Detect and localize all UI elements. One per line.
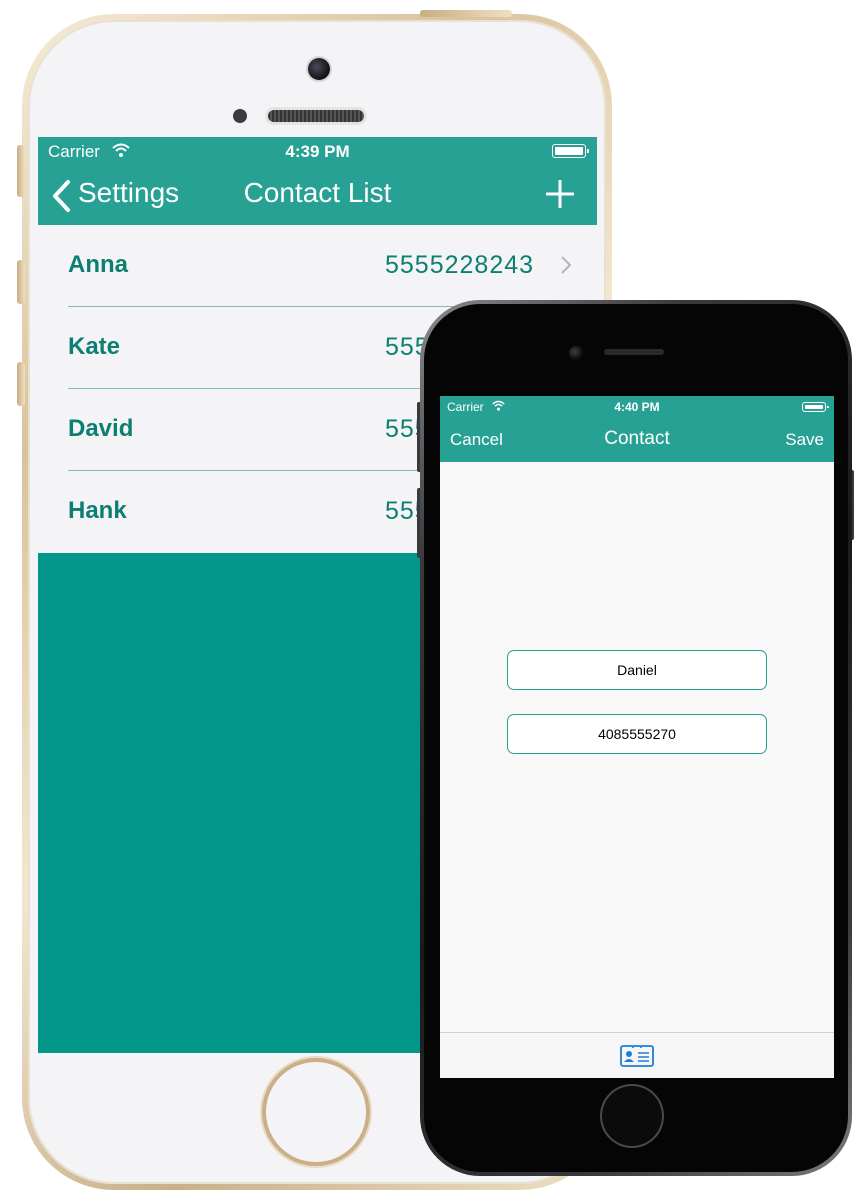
earpiece-speaker [604,349,664,355]
status-time: 4:39 PM [285,142,350,161]
contact-phone: 5555228243 [385,251,535,279]
page-title: Contact [604,428,670,449]
phone-field[interactable]: 4085555270 [507,714,767,754]
contact-name: Anna [68,251,128,278]
front-camera-icon [569,346,583,360]
plus-icon[interactable] [546,180,574,208]
contact-list-navbar: Carrier 4:39 PM Settings Contact List [38,137,597,225]
home-button[interactable] [602,1086,662,1146]
page-title: Contact List [243,177,392,208]
name-field[interactable]: Daniel [507,650,767,690]
front-camera-icon [308,58,330,80]
contact-card-icon[interactable] [620,1044,654,1068]
sleep-button [420,10,512,17]
contact-edit-screen: Carrier 4:40 PM Cancel Contact Save Dani… [440,396,834,1078]
contact-navbar: Carrier 4:40 PM Cancel Contact Save [440,396,834,462]
contact-name: David [68,415,134,442]
contact-row[interactable]: Anna 5555228243 [38,225,597,307]
disclosure-chevron-icon [561,256,572,274]
mute-switch [17,145,25,197]
status-bar: Carrier 4:40 PM [440,396,834,418]
tab-bar [440,1032,834,1078]
contact-name: Hank [68,497,127,524]
battery-icon [802,402,829,412]
proximity-sensor [233,109,247,123]
status-bar: Carrier 4:39 PM [38,137,597,165]
battery-icon [552,144,589,158]
earpiece-speaker [268,110,364,122]
contact-name: Kate [68,333,121,360]
home-button[interactable] [266,1062,366,1162]
save-button[interactable]: Save [785,430,824,450]
volume-down-button [17,362,25,406]
status-time: 4:40 PM [614,400,660,414]
volume-up-button [17,260,25,304]
